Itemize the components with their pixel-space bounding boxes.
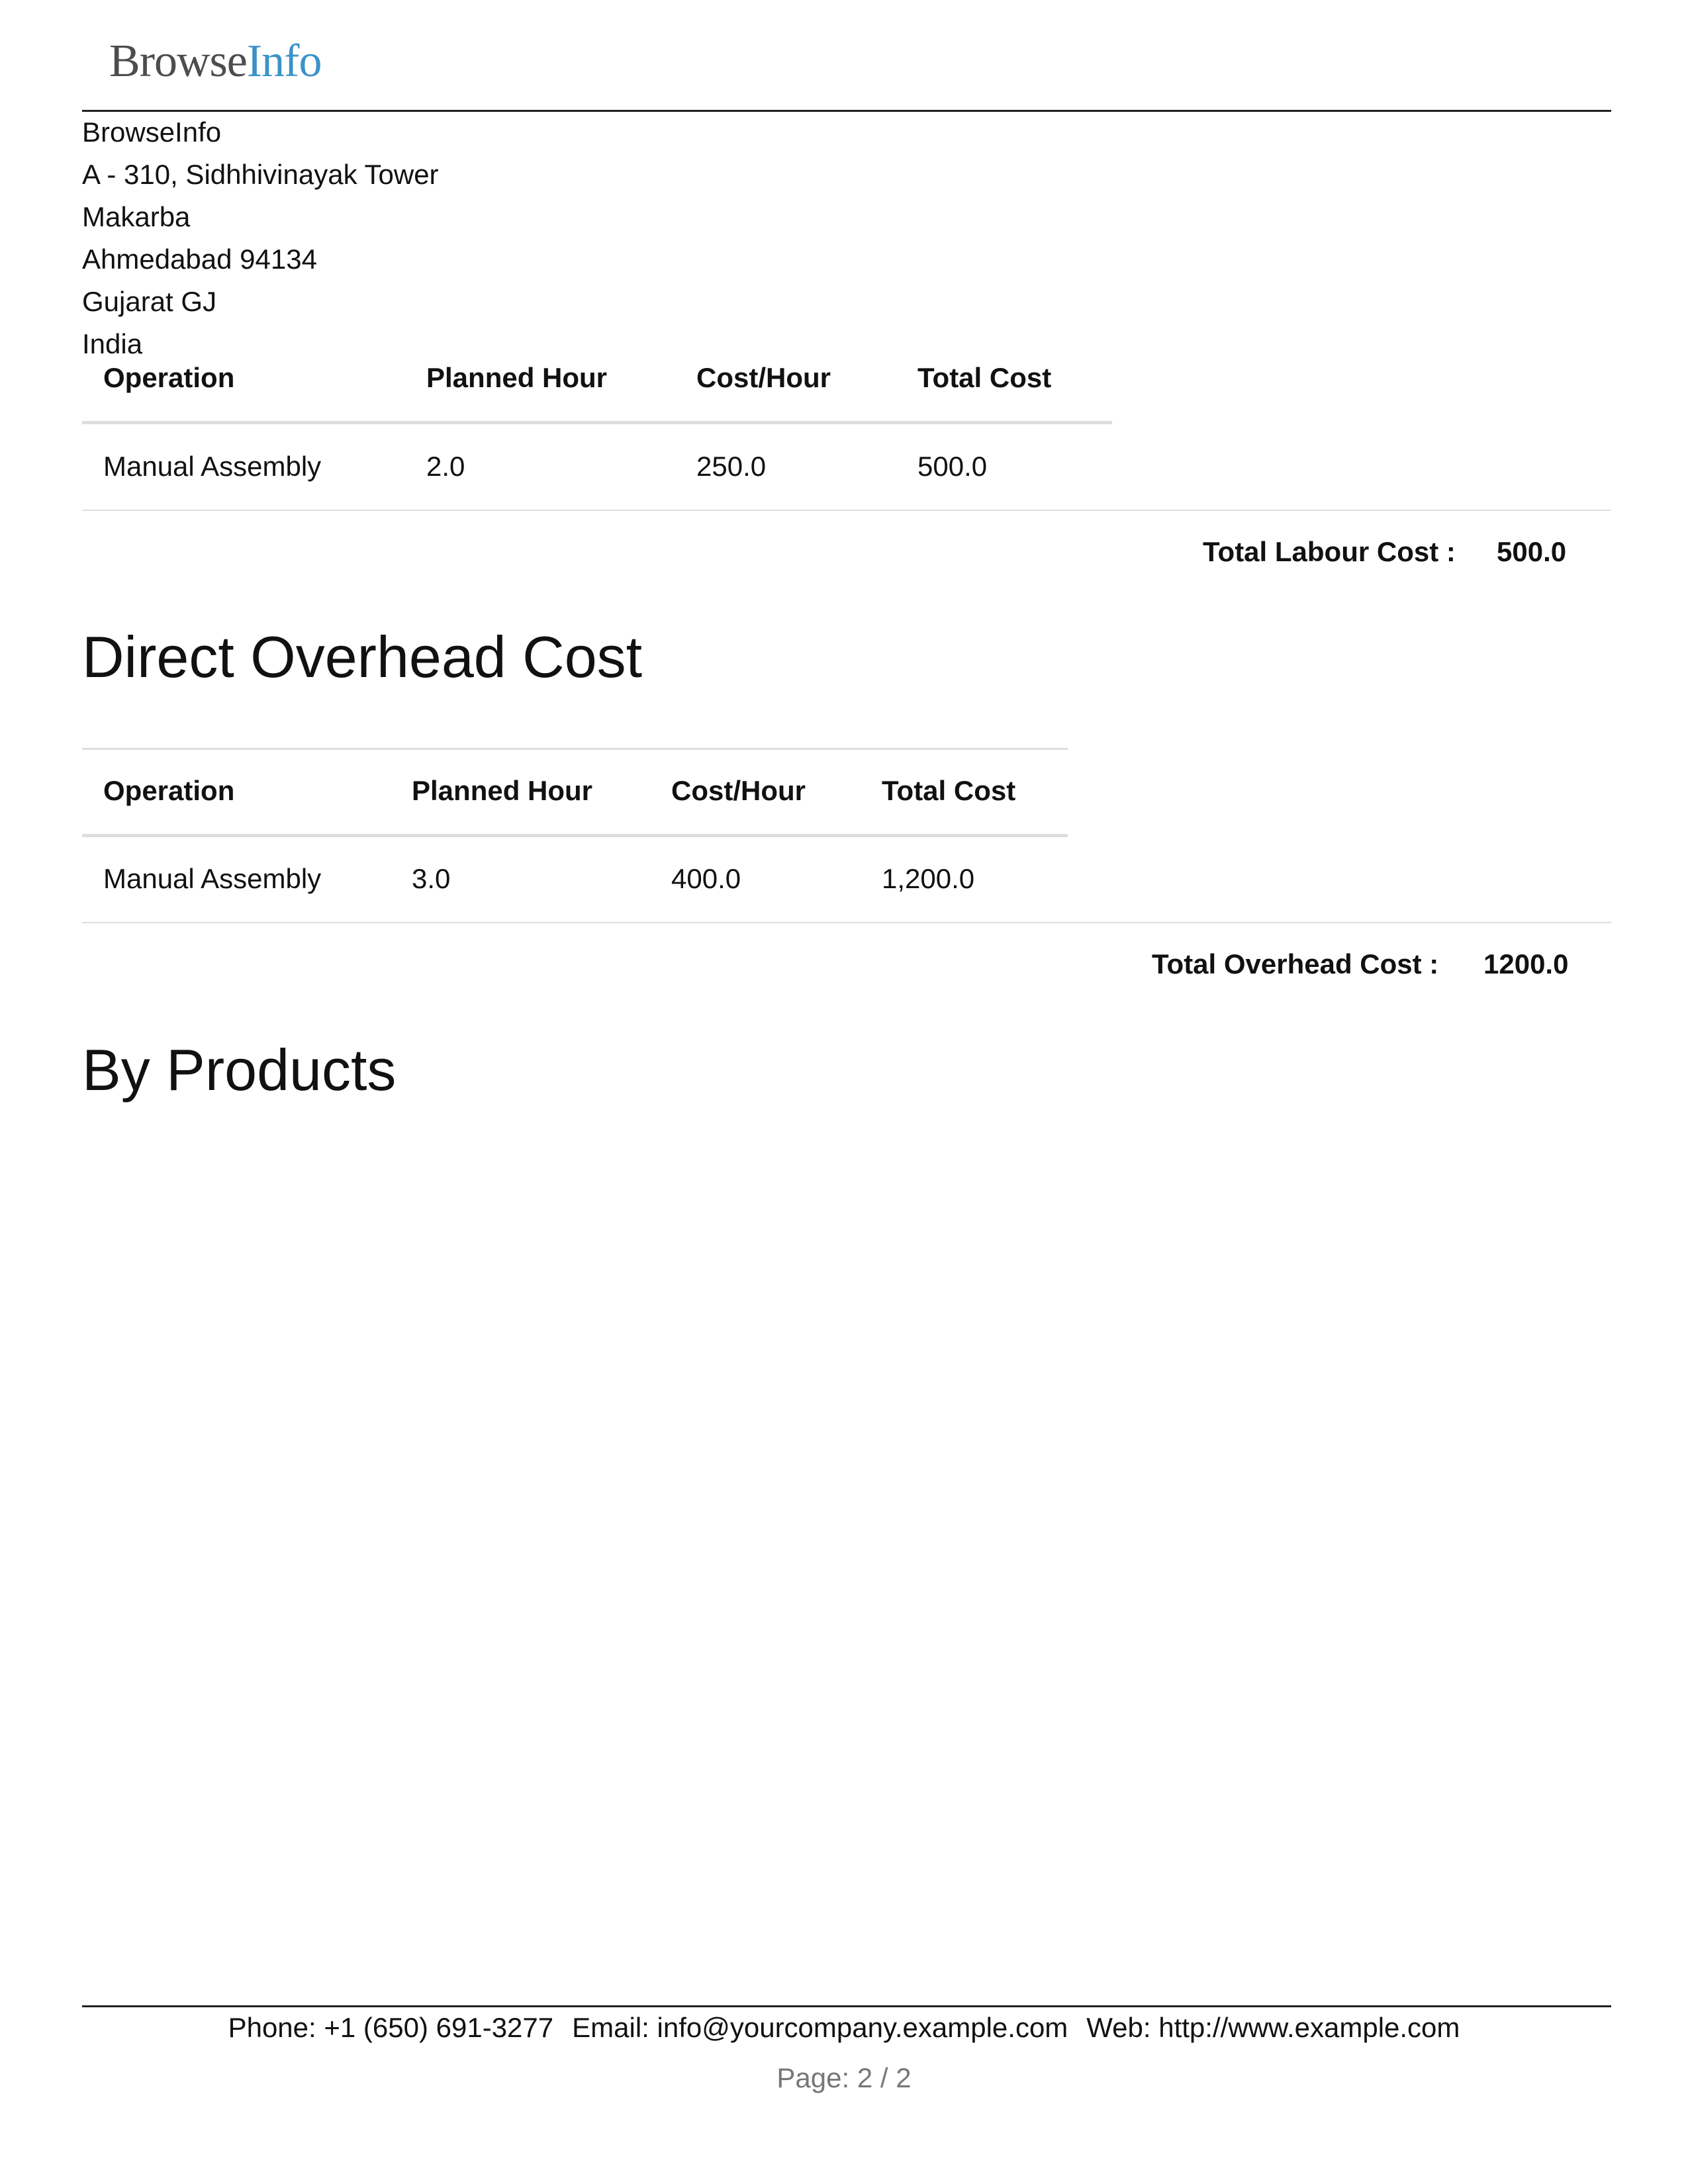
cell-planned-hour: 2.0 (426, 451, 465, 482)
total-overhead-cost-label: Total Overhead Cost : (1152, 948, 1439, 979)
column-header-total-cost: Total Cost (882, 775, 1016, 806)
address-line: A - 310, Sidhhivinayak Tower (82, 159, 439, 190)
page-number: Page: 2 / 2 (776, 2062, 912, 2093)
footer-divider (82, 2005, 1611, 2007)
cell-planned-hour: 3.0 (412, 863, 451, 894)
address-line: Makarba (82, 201, 191, 232)
address-line: Ahmedabad 94134 (82, 244, 317, 275)
column-header-operation: Operation (103, 362, 235, 393)
company-logo: BrowseInfo (109, 32, 322, 91)
logo-text-info: Info (246, 36, 322, 87)
column-header-planned-hour: Planned Hour (412, 775, 593, 806)
report-page: BrowseInfo BrowseInfo A - 310, Sidhhivin… (0, 0, 1688, 2184)
cell-total-cost: 1,200.0 (882, 863, 975, 894)
address-line: BrowseInfo (82, 116, 222, 148)
column-header-cost-per-hour: Cost/Hour (671, 775, 806, 806)
column-header-planned-hour: Planned Hour (426, 362, 608, 393)
total-overhead-cost-value: 1200.0 (1483, 948, 1569, 979)
column-header-cost-per-hour: Cost/Hour (696, 362, 831, 393)
footer-contact: Phone: +1 (650) 691-3277 Email: info@your… (0, 2008, 1688, 2048)
table-header-divider (82, 421, 1112, 424)
cell-cost-per-hour: 400.0 (671, 863, 741, 894)
total-labour-cost-label: Total Labour Cost : (1203, 536, 1456, 567)
footer-web: Web: http://www.example.com (1086, 2012, 1460, 2043)
total-labour-cost-value: 500.0 (1497, 536, 1567, 567)
cell-operation: Manual Assembly (103, 863, 322, 894)
cell-cost-per-hour: 250.0 (696, 451, 767, 482)
footer-phone: Phone: +1 (650) 691-3277 (228, 2012, 554, 2043)
column-header-total-cost: Total Cost (917, 362, 1052, 393)
logo-text-browse: Browse (109, 36, 248, 87)
footer-email: Email: info@yourcompany.example.com (572, 2012, 1068, 2043)
company-address: BrowseInfo A - 310, Sidhhivinayak Tower … (82, 111, 439, 365)
column-header-operation: Operation (103, 775, 235, 806)
table-header-divider (82, 834, 1068, 837)
address-line: Gujarat GJ (82, 286, 217, 317)
table-top-divider (82, 748, 1068, 750)
table-bottom-divider (82, 510, 1611, 511)
section-title-direct-overhead-cost: Direct Overhead Cost (82, 624, 643, 690)
table-bottom-divider (82, 922, 1611, 923)
cell-total-cost: 500.0 (917, 451, 988, 482)
cell-operation: Manual Assembly (103, 451, 322, 482)
section-title-by-products: By Products (82, 1037, 397, 1103)
